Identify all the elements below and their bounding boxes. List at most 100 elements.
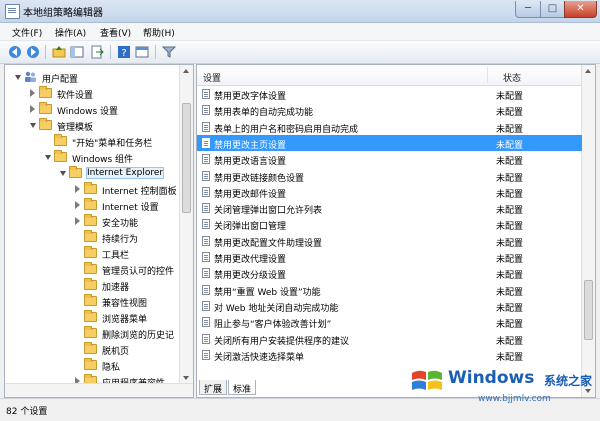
table-row[interactable]: 表单上的用户名和密码启用自动完成 未配置 (197, 119, 582, 135)
tree-item-label: "开始"菜单和任务栏 (72, 139, 153, 149)
tree-item-label: Windows 组件 (72, 155, 134, 165)
table-row[interactable]: 关闭弹出窗口管理 未配置 (197, 216, 582, 232)
tree-item[interactable]: 工具栏 (5, 246, 180, 261)
tree-pane[interactable]: 用户配置 软件设置 Windows 设置 管理模板 "开始"菜单和任务栏 Windows … (4, 64, 194, 398)
menu-view[interactable]: 查看(V) (100, 26, 131, 39)
folder-icon (84, 294, 97, 306)
table-row[interactable]: 禁用更改分级设置 未配置 (197, 265, 582, 281)
policy-setting-icon (202, 268, 210, 279)
minimize-button[interactable]: ─ (515, 1, 541, 18)
tree-item[interactable]: 脱机页 (5, 342, 180, 357)
policy-setting-icon (202, 154, 210, 165)
policy-setting-icon (202, 170, 210, 181)
table-row[interactable]: 禁用“重置 Web 设置”功能 未配置 (197, 282, 582, 298)
collapsed-arrow-icon[interactable] (30, 89, 35, 97)
collapsed-arrow-icon[interactable] (75, 217, 80, 225)
tree-item[interactable]: 删除浏览的历史记 (5, 326, 180, 341)
table-row[interactable]: 禁用更改字体设置 未配置 (197, 86, 582, 102)
folder-icon (84, 358, 97, 370)
tree-item[interactable]: 加速器 (5, 278, 180, 293)
collapsed-arrow-icon[interactable] (75, 185, 80, 193)
tree-item-label: 用户配置 (42, 75, 79, 85)
folder-icon (54, 150, 67, 162)
tree-item[interactable]: 管理员认可的控件 (5, 262, 180, 277)
tree-item[interactable]: Internet 控制面板 (5, 182, 180, 197)
expanded-arrow-icon[interactable] (15, 75, 21, 80)
menu-file[interactable]: 文件(F) (12, 26, 42, 39)
tree-item[interactable]: Internet 设置 (5, 198, 180, 213)
tree-item[interactable]: Internet Explorer (5, 166, 180, 181)
tab-standard[interactable]: 标准 (228, 380, 256, 395)
column-header-state[interactable]: 状态 (503, 71, 521, 84)
tree-item[interactable]: 兼容性视图 (5, 294, 180, 309)
up-folder-icon[interactable] (52, 45, 66, 59)
table-row[interactable]: 禁用更改代理设置 未配置 (197, 249, 582, 265)
title-bar[interactable]: 本地组策略编辑器 ─ □ ✕ (0, 0, 600, 23)
column-header-setting[interactable]: 设置 (203, 71, 221, 84)
table-row[interactable]: 阻止参与“客户体验改善计划” 未配置 (197, 314, 582, 330)
close-button[interactable]: ✕ (564, 1, 597, 18)
tree-item[interactable]: Windows 设置 (5, 102, 180, 117)
properties-icon[interactable] (135, 45, 149, 59)
table-row[interactable]: 禁用更改邮件设置 未配置 (197, 184, 582, 200)
setting-name: 禁用表单的自动完成功能 (214, 108, 314, 119)
menu-help[interactable]: 帮助(H) (143, 26, 175, 39)
collapsed-arrow-icon[interactable] (30, 105, 35, 113)
tree-item-label: 管理员认可的控件 (102, 267, 175, 277)
tree-item[interactable]: Windows 组件 (5, 150, 180, 165)
tree-item[interactable]: 用户配置 (5, 70, 180, 85)
setting-state: 未配置 (496, 108, 524, 119)
table-row[interactable]: 关闭管理弹出窗口允许列表 未配置 (197, 200, 582, 216)
tree-item[interactable]: "开始"菜单和任务栏 (5, 134, 180, 149)
table-row[interactable]: 禁用更改语言设置 未配置 (197, 151, 582, 167)
maximize-button[interactable]: □ (540, 1, 565, 18)
table-row[interactable]: 对 Web 地址关闭自动完成功能 未配置 (197, 298, 582, 314)
table-row[interactable]: 关闭所有用户安装提供程序的建议 未配置 (197, 331, 582, 347)
policy-setting-icon (202, 121, 210, 132)
table-row[interactable]: 禁用更改主页设置 未配置 (197, 134, 582, 151)
scroll-up-arrow-icon[interactable] (183, 69, 189, 73)
column-divider[interactable] (487, 67, 488, 83)
policy-setting-icon (202, 333, 210, 344)
tree-item[interactable]: 安全功能 (5, 214, 180, 229)
menu-action[interactable]: 操作(A) (55, 26, 86, 39)
tree-item[interactable]: 管理模板 (5, 118, 180, 133)
show-hide-tree-icon[interactable] (70, 45, 84, 59)
settings-list-pane[interactable]: 设置 状态 禁用更改字体设置 未配置 禁用表单的自动完成功能 未配置 表单上的用户名和密… (196, 64, 596, 398)
watermark-brand: Windows (448, 368, 535, 388)
table-row[interactable]: 禁用更改链接颜色设置 未配置 (197, 168, 582, 184)
tree-horizontal-scrollbar[interactable] (5, 383, 193, 397)
table-row[interactable]: 关闭激活快速选择菜单 未配置 (197, 347, 582, 363)
tree-item[interactable]: 浏览器菜单 (5, 310, 180, 325)
tree-scroll-thumb[interactable] (182, 103, 191, 213)
help-icon[interactable]: ? (117, 45, 131, 59)
expanded-arrow-icon[interactable] (45, 155, 51, 160)
scroll-down-arrow-icon[interactable] (183, 376, 189, 380)
expanded-arrow-icon[interactable] (60, 171, 66, 176)
folder-icon (84, 230, 97, 242)
tree-item[interactable]: 持续行为 (5, 230, 180, 245)
policy-setting-icon (202, 284, 210, 295)
setting-state: 未配置 (496, 271, 524, 282)
table-row[interactable]: 禁用表单的自动完成功能 未配置 (197, 102, 582, 118)
forward-icon[interactable] (26, 45, 40, 59)
tree-item-label: 安全功能 (102, 219, 139, 229)
filter-icon[interactable] (162, 45, 176, 59)
setting-state: 未配置 (496, 92, 524, 102)
back-icon[interactable] (8, 45, 22, 59)
setting-state: 未配置 (496, 303, 524, 314)
collapsed-arrow-icon[interactable] (75, 201, 80, 209)
export-list-icon[interactable] (90, 45, 104, 59)
tree-item[interactable]: 软件设置 (5, 86, 180, 101)
expanded-arrow-icon[interactable] (30, 123, 36, 128)
tab-extended[interactable]: 扩展 (199, 380, 227, 395)
list-vertical-scrollbar[interactable] (581, 65, 595, 397)
scroll-up-arrow-icon[interactable] (585, 69, 591, 73)
folder-icon (84, 198, 97, 210)
tree-item[interactable]: 隐私 (5, 358, 180, 373)
user-icon (24, 71, 37, 83)
table-row[interactable]: 禁用更改配置文件助理设置 未配置 (197, 233, 582, 249)
policy-editor-icon (5, 4, 20, 19)
list-scroll-thumb[interactable] (584, 280, 593, 340)
tree-vertical-scrollbar[interactable] (179, 65, 193, 384)
